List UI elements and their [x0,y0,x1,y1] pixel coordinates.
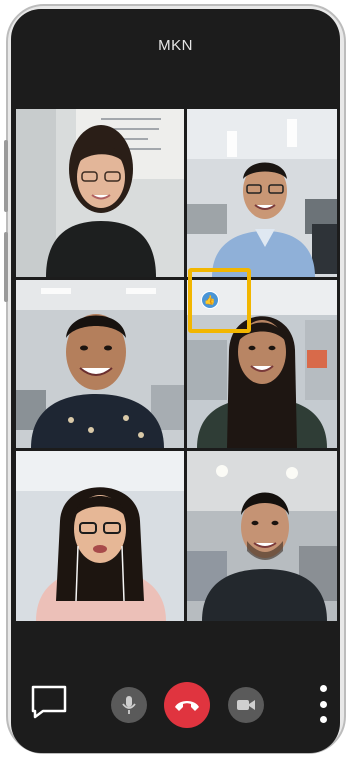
call-controls-bar [11,677,340,737]
participant-video-tile[interactable] [16,109,184,277]
end-call-icon [175,701,199,711]
participant-video-tile[interactable] [187,451,337,621]
camera-toggle-button[interactable] [228,687,264,723]
participant-video-tile[interactable] [16,451,184,621]
chat-button[interactable] [31,685,67,719]
call-title: MKN [158,37,193,54]
end-call-button[interactable] [164,682,210,728]
phone-side-button [4,232,8,302]
chat-icon [31,685,67,719]
participant-video-tile[interactable] [187,109,337,277]
participant-video [16,109,184,277]
mute-button[interactable] [111,687,147,723]
participant-grid [16,109,337,624]
participant-video [16,451,184,621]
reaction-highlight-box [188,268,251,333]
participant-video [187,451,337,621]
microphone-icon [122,696,136,714]
participant-video-tile[interactable] [16,280,184,448]
more-vertical-icon [319,685,327,692]
participant-video [16,280,184,448]
more-options-button[interactable] [316,685,330,723]
phone-side-button [4,140,8,212]
video-camera-icon [237,700,255,710]
call-screen: MKN 👍 [11,9,340,753]
participant-video [187,109,337,277]
